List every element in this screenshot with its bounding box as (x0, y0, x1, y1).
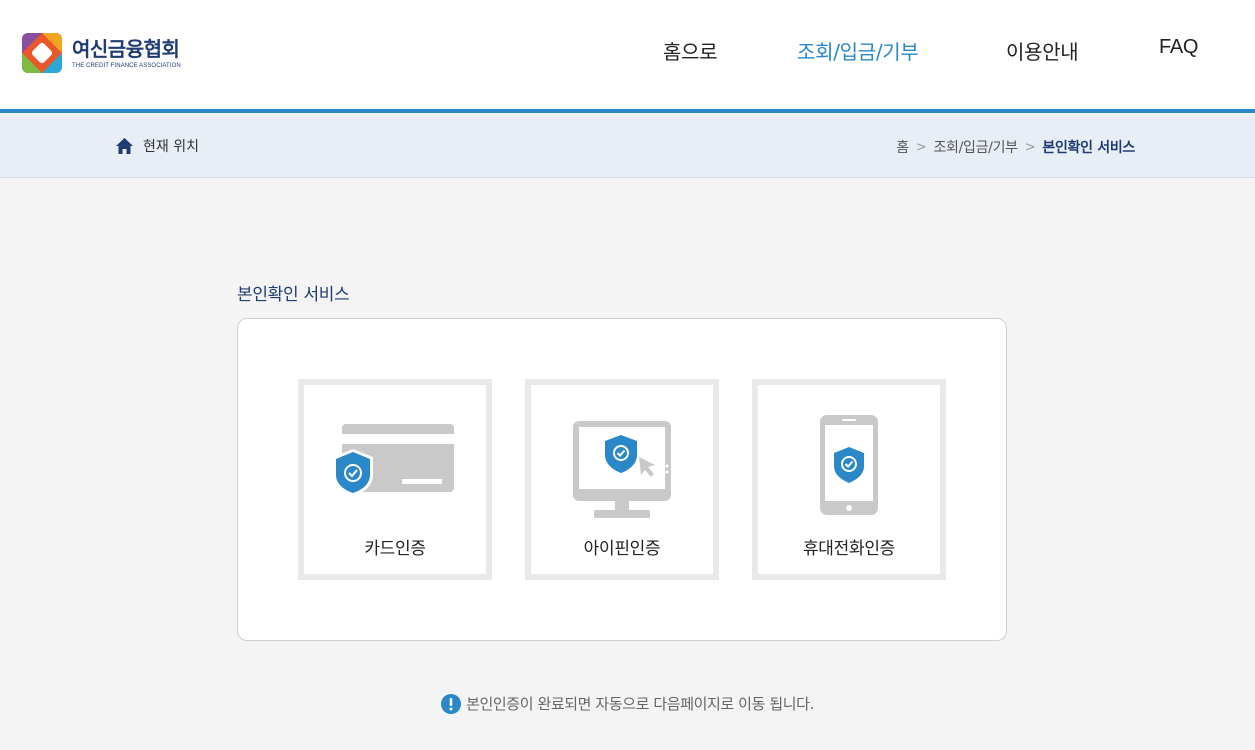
home-icon (116, 138, 133, 154)
breadcrumb-separator: > (1024, 139, 1036, 155)
site-logo[interactable]: 여신금융협회 THE CREDIT FINANCE ASSOCIATION (22, 33, 181, 73)
ipin-verification-label: 아이핀인증 (583, 539, 661, 559)
redirect-notice-text: 본인인증이 완료되면 자동으로 다음페이지로 이동 됩니다. (466, 695, 814, 713)
breadcrumb-separator: > (915, 139, 927, 155)
nav-inquiry-deposit-donation[interactable]: 조회/입금/기부 (797, 36, 919, 65)
breadcrumb-inquiry[interactable]: 조회/입금/기부 (933, 137, 1018, 157)
nav-guide[interactable]: 이용안내 (1006, 36, 1079, 65)
active-nav-indicator (797, 109, 928, 113)
logo-english-text: THE CREDIT FINANCE ASSOCIATION (72, 62, 181, 69)
exclamation-icon (441, 693, 462, 714)
logo-mark-icon (22, 33, 62, 73)
breadcrumb-home[interactable]: 홈 (896, 137, 909, 157)
redirect-notice: 본인인증이 완료되면 자동으로 다음페이지로 이동 됩니다. (0, 693, 1255, 714)
verification-panel: 카드인증 아이핀인증 휴대전화인증 (237, 318, 1007, 641)
card-verification-label: 카드인증 (364, 539, 426, 559)
breadcrumb-current: 본인확인 서비스 (1042, 140, 1135, 156)
current-location-label: 현재 위치 (143, 139, 199, 155)
current-location: 현재 위치 (116, 136, 199, 156)
phone-shield-icon (820, 415, 878, 515)
mobile-verification-label: 휴대전화인증 (802, 539, 896, 559)
breadcrumb: 홈 > 조회/입금/기부 > 본인확인 서비스 (896, 137, 1135, 157)
page-title: 본인확인 서비스 (237, 285, 350, 305)
site-header: 여신금융협회 THE CREDIT FINANCE ASSOCIATION 홈으… (0, 0, 1255, 113)
monitor-shield-icon (573, 421, 671, 518)
card-verification-button[interactable]: 카드인증 (298, 379, 492, 580)
credit-card-shield-icon (333, 424, 454, 497)
breadcrumb-bar: 현재 위치 홈 > 조회/입금/기부 > 본인확인 서비스 (0, 117, 1255, 178)
mobile-verification-button[interactable]: 휴대전화인증 (752, 379, 946, 580)
nav-home[interactable]: 홈으로 (663, 36, 718, 65)
logo-korean-text: 여신금융협회 (72, 36, 180, 61)
ipin-verification-button[interactable]: 아이핀인증 (525, 379, 719, 580)
nav-faq[interactable]: FAQ (1159, 36, 1198, 59)
